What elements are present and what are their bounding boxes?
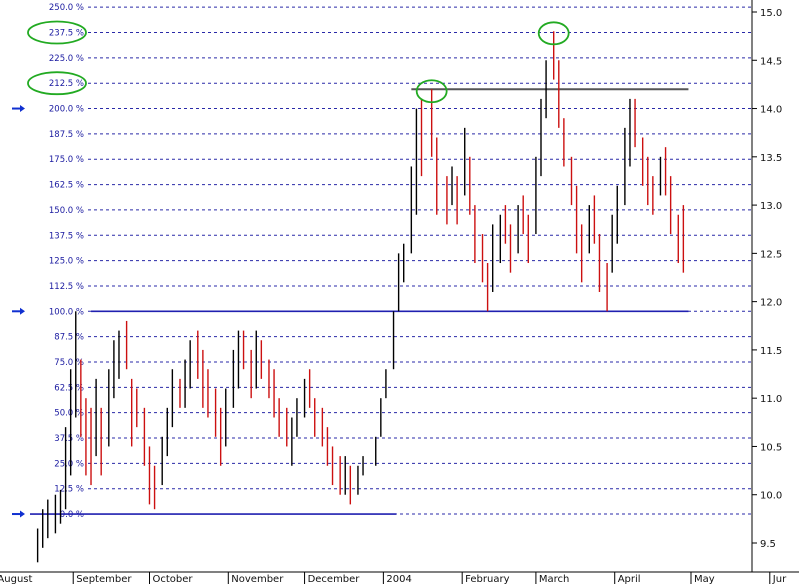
percent-label: 112.5 % [49, 282, 84, 292]
percent-label: 125.0 % [49, 257, 84, 267]
price-tick-label: 13.0 [760, 201, 782, 212]
price-tick-label: 10.5 [760, 442, 782, 453]
arrow-head-icon [20, 510, 25, 518]
price-tick-label: 9.5 [760, 539, 776, 550]
price-tick-label: 11.0 [760, 394, 782, 405]
percent-label: 187.5 % [49, 130, 84, 140]
month-label: November [231, 574, 284, 584]
percent-label: 137.5 % [49, 231, 84, 241]
month-label: Jur [772, 574, 787, 584]
month-label: 2004 [386, 574, 411, 584]
percent-label: 37.5 % [54, 434, 84, 444]
month-label: August [0, 574, 32, 584]
price-chart: 0.0 % 12.5 % 25.0 % 37.5 % 50.0 % 62.5 % 75.0 … [0, 0, 799, 584]
percent-label: 75.0 % [54, 358, 84, 368]
price-bars [36, 31, 685, 563]
price-tick-label: 14.5 [760, 56, 782, 67]
price-tick-label: 14.0 [760, 105, 782, 116]
bottom-date-axis: August September October November December 20… [0, 571, 799, 584]
percent-label: 175.0 % [49, 155, 84, 165]
month-label: March [539, 574, 569, 584]
percent-label: 237.5 % [49, 29, 84, 39]
percent-label: 100.0 % [49, 307, 84, 317]
arrow-head-icon [20, 307, 25, 315]
percent-label: 12.5 % [54, 485, 84, 495]
month-label: May [694, 574, 715, 584]
price-tick-label: 11.5 [760, 346, 782, 357]
price-tick-label: 12.0 [760, 298, 782, 309]
month-label: October [152, 574, 193, 584]
month-label: February [465, 574, 509, 584]
percent-label: 200.0 % [49, 105, 84, 115]
percent-label: 150.0 % [49, 206, 84, 216]
price-tick-label: 13.5 [760, 153, 782, 164]
percent-label: 225.0 % [49, 54, 84, 64]
horizontal-lines [30, 88, 689, 515]
price-tick-label: 10.0 [760, 491, 782, 502]
percent-label: 162.5 % [49, 181, 84, 191]
right-price-axis: 9.5 10.0 10.5 11.0 11.5 12.0 12.5 13.0 13.5 14.0 1… [751, 0, 782, 572]
arrow-head-icon [20, 105, 25, 113]
percent-label: 0.0 % [60, 510, 84, 520]
price-tick-label: 12.5 [760, 249, 782, 260]
percent-labels: 0.0 % 12.5 % 25.0 % 37.5 % 50.0 % 62.5 % 75.0 … [49, 3, 84, 520]
level-arrows [12, 105, 25, 518]
price-tick-label: 15.0 [760, 8, 782, 19]
percent-label: 50.0 % [54, 409, 84, 419]
percent-label: 250.0 % [49, 3, 84, 13]
percent-label: 62.5 % [54, 383, 84, 393]
month-label: December [308, 574, 361, 584]
month-label: September [76, 574, 132, 584]
percent-label: 212.5 % [49, 79, 84, 89]
percent-label: 25.0 % [54, 459, 84, 469]
month-label: April [618, 574, 641, 584]
percent-label: 87.5 % [54, 333, 84, 343]
